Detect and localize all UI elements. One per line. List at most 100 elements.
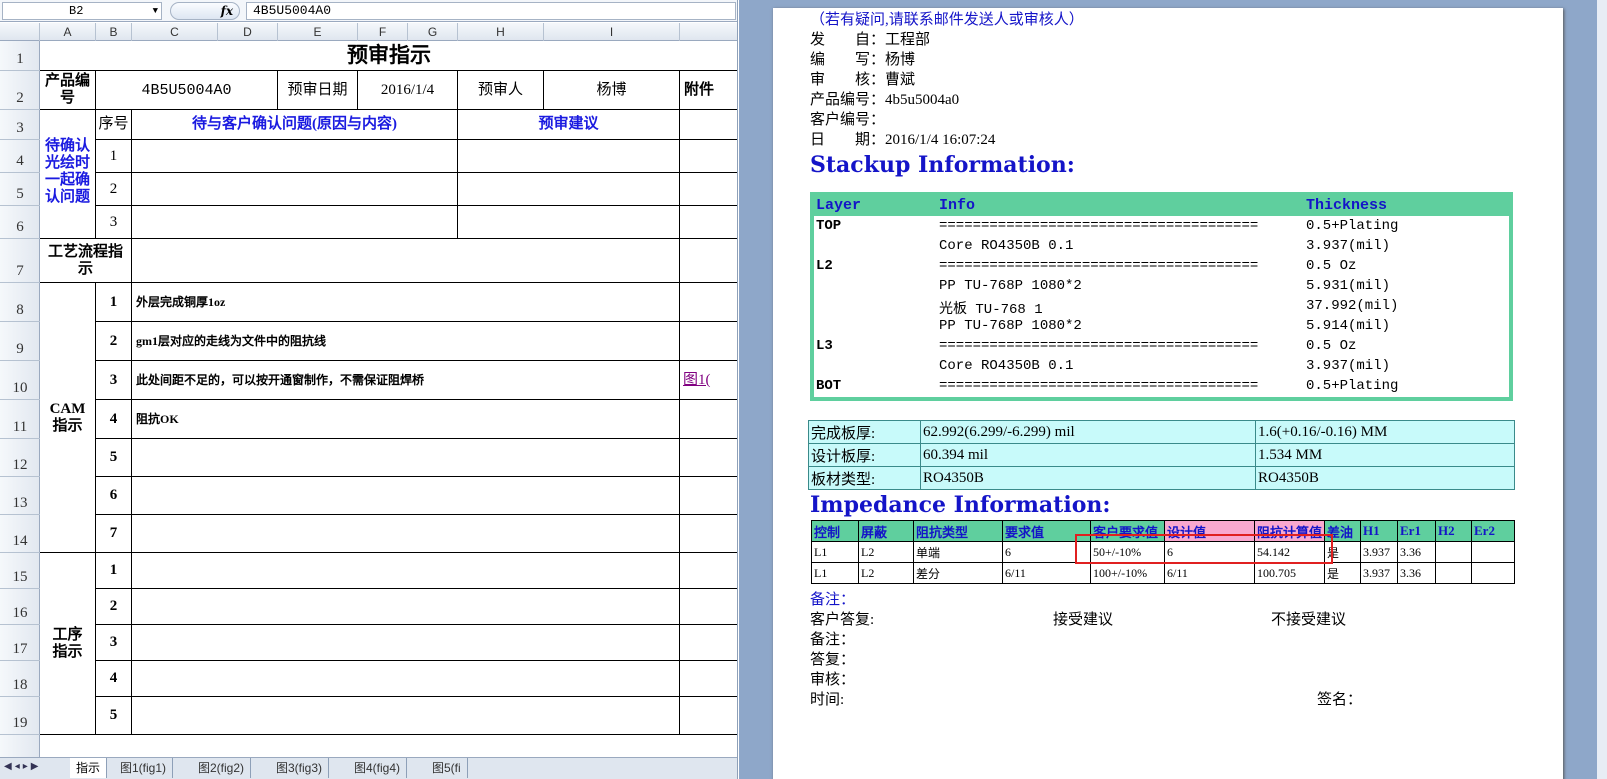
process2-item[interactable] xyxy=(132,625,680,661)
attachment-cell[interactable] xyxy=(680,400,737,439)
row-header[interactable]: 17 xyxy=(0,625,40,661)
process2-num[interactable]: 2 xyxy=(96,589,132,625)
row-header[interactable]: 4 xyxy=(0,140,40,173)
attachment-cell[interactable] xyxy=(680,625,737,661)
sheet-tab-fig5[interactable]: 图5(fi xyxy=(426,758,468,778)
process2-num[interactable]: 1 xyxy=(96,553,132,589)
row-header[interactable]: 2 xyxy=(0,71,40,110)
suggestion-cell[interactable] xyxy=(458,173,680,206)
cam-item[interactable] xyxy=(132,515,680,553)
attachment-cell[interactable] xyxy=(680,589,737,625)
row-header[interactable]: 11 xyxy=(0,400,40,439)
attachment-cell[interactable] xyxy=(680,553,737,589)
row-header[interactable]: 12 xyxy=(0,439,40,477)
process2-num[interactable]: 4 xyxy=(96,661,132,697)
row-header[interactable]: 6 xyxy=(0,206,40,239)
column-header-b[interactable]: B xyxy=(96,23,132,41)
issue-cell[interactable] xyxy=(132,140,458,173)
confirm-num[interactable]: 3 xyxy=(96,206,132,239)
reviewer-label[interactable]: 预审人 xyxy=(458,71,544,110)
row-header[interactable]: 1 xyxy=(0,41,40,71)
issue-cell[interactable] xyxy=(132,206,458,239)
cam-num[interactable]: 7 xyxy=(96,515,132,553)
cam-item[interactable]: 此处间距不足的，可以按开通窗制作，不需保证阻焊桥 xyxy=(132,361,680,400)
process2-item[interactable] xyxy=(132,553,680,589)
chevron-down-icon[interactable]: ▼ xyxy=(153,3,158,19)
sheet-tab-fig4[interactable]: 图4(fig4) xyxy=(348,758,408,778)
attachment-link[interactable]: 图1( xyxy=(680,361,737,400)
column-header-h[interactable]: H xyxy=(458,23,544,41)
formula-input[interactable]: 4B5U5004A0 xyxy=(246,2,736,20)
seq-label[interactable]: 序号 xyxy=(96,110,132,140)
column-header-i[interactable]: I xyxy=(544,23,680,41)
column-header-g[interactable]: G xyxy=(408,23,458,41)
attachment-cell[interactable] xyxy=(680,110,737,140)
attachment-cell[interactable] xyxy=(680,661,737,697)
sheet-title[interactable]: 预审指示 xyxy=(40,41,737,71)
row-header[interactable]: 14 xyxy=(0,515,40,553)
cam-item[interactable]: 外层完成铜厚1oz xyxy=(132,283,680,322)
attachment-cell[interactable] xyxy=(680,283,737,322)
cam-num[interactable]: 1 xyxy=(96,283,132,322)
row-header[interactable]: 7 xyxy=(0,239,40,283)
column-header-d[interactable]: D xyxy=(218,23,278,41)
confirm-num[interactable]: 1 xyxy=(96,140,132,173)
attachment-cell[interactable] xyxy=(680,439,737,477)
review-date-value[interactable]: 2016/1/4 xyxy=(358,71,458,110)
row-header[interactable]: 15 xyxy=(0,553,40,589)
attachment-cell[interactable] xyxy=(680,697,737,735)
suggestion-cell[interactable] xyxy=(458,206,680,239)
row-header[interactable]: 10 xyxy=(0,361,40,400)
column-header-f[interactable]: F xyxy=(358,23,408,41)
cam-num[interactable]: 5 xyxy=(96,439,132,477)
process2-label[interactable]: 工序指示 xyxy=(40,553,96,735)
sheet-tab-fig2[interactable]: 图2(fig2) xyxy=(192,758,252,778)
process2-item[interactable] xyxy=(132,697,680,735)
row-header[interactable]: 8 xyxy=(0,283,40,322)
insert-function-button[interactable]: fx xyxy=(170,2,240,20)
process2-num[interactable]: 3 xyxy=(96,625,132,661)
process2-item[interactable] xyxy=(132,589,680,625)
column-header-a[interactable]: A xyxy=(40,23,96,41)
suggestion-cell[interactable] xyxy=(458,140,680,173)
name-box[interactable]: B2 ▼ xyxy=(2,2,162,20)
pending-issues-header[interactable]: 待与客户确认问题(原因与内容) xyxy=(132,110,458,140)
review-date-label[interactable]: 预审日期 xyxy=(278,71,358,110)
process-label[interactable]: 工艺流程指示 xyxy=(40,239,132,283)
vertical-scrollbar[interactable] xyxy=(1597,0,1607,779)
cam-item[interactable] xyxy=(132,477,680,515)
cam-item[interactable]: gm1层对应的走线为文件中的阻抗线 xyxy=(132,322,680,361)
row-header[interactable]: 5 xyxy=(0,173,40,206)
column-header-c[interactable]: C xyxy=(132,23,218,41)
attachment-cell[interactable] xyxy=(680,239,737,283)
sheet-tab-fig3[interactable]: 图3(fig3) xyxy=(270,758,330,778)
cam-item[interactable] xyxy=(132,439,680,477)
row-header[interactable]: 13 xyxy=(0,477,40,515)
row-header[interactable]: 16 xyxy=(0,589,40,625)
row-header[interactable]: 3 xyxy=(0,110,40,140)
attachment-cell[interactable] xyxy=(680,515,737,553)
sheet-tab-instructions[interactable]: 指示 xyxy=(70,758,108,778)
row-header[interactable]: 9 xyxy=(0,322,40,361)
process-cell[interactable] xyxy=(132,239,680,283)
row-header[interactable]: 18 xyxy=(0,661,40,697)
attachment-cell[interactable] xyxy=(680,477,737,515)
reviewer-value[interactable]: 杨博 xyxy=(544,71,680,110)
product-label[interactable]: 产品编号 xyxy=(40,71,96,110)
attachment-label[interactable]: 附件 xyxy=(680,71,737,110)
select-all-corner[interactable] xyxy=(0,23,40,41)
row-header[interactable]: 19 xyxy=(0,697,40,735)
process2-num[interactable]: 5 xyxy=(96,697,132,735)
tab-navigation-arrows-icon[interactable]: ◀◂▸▶ xyxy=(4,761,41,772)
column-header-e[interactable]: E xyxy=(278,23,358,41)
cam-num[interactable]: 4 xyxy=(96,400,132,439)
cam-num[interactable]: 6 xyxy=(96,477,132,515)
column-header-j[interactable] xyxy=(680,23,737,41)
cam-num[interactable]: 3 xyxy=(96,361,132,400)
sheet-tab-fig1[interactable]: 图1(fig1) xyxy=(114,758,174,778)
attachment-cell[interactable] xyxy=(680,322,737,361)
cam-num[interactable]: 2 xyxy=(96,322,132,361)
attachment-cell[interactable] xyxy=(680,140,737,173)
product-value[interactable]: 4B5U5004A0 xyxy=(96,71,278,110)
issue-cell[interactable] xyxy=(132,173,458,206)
